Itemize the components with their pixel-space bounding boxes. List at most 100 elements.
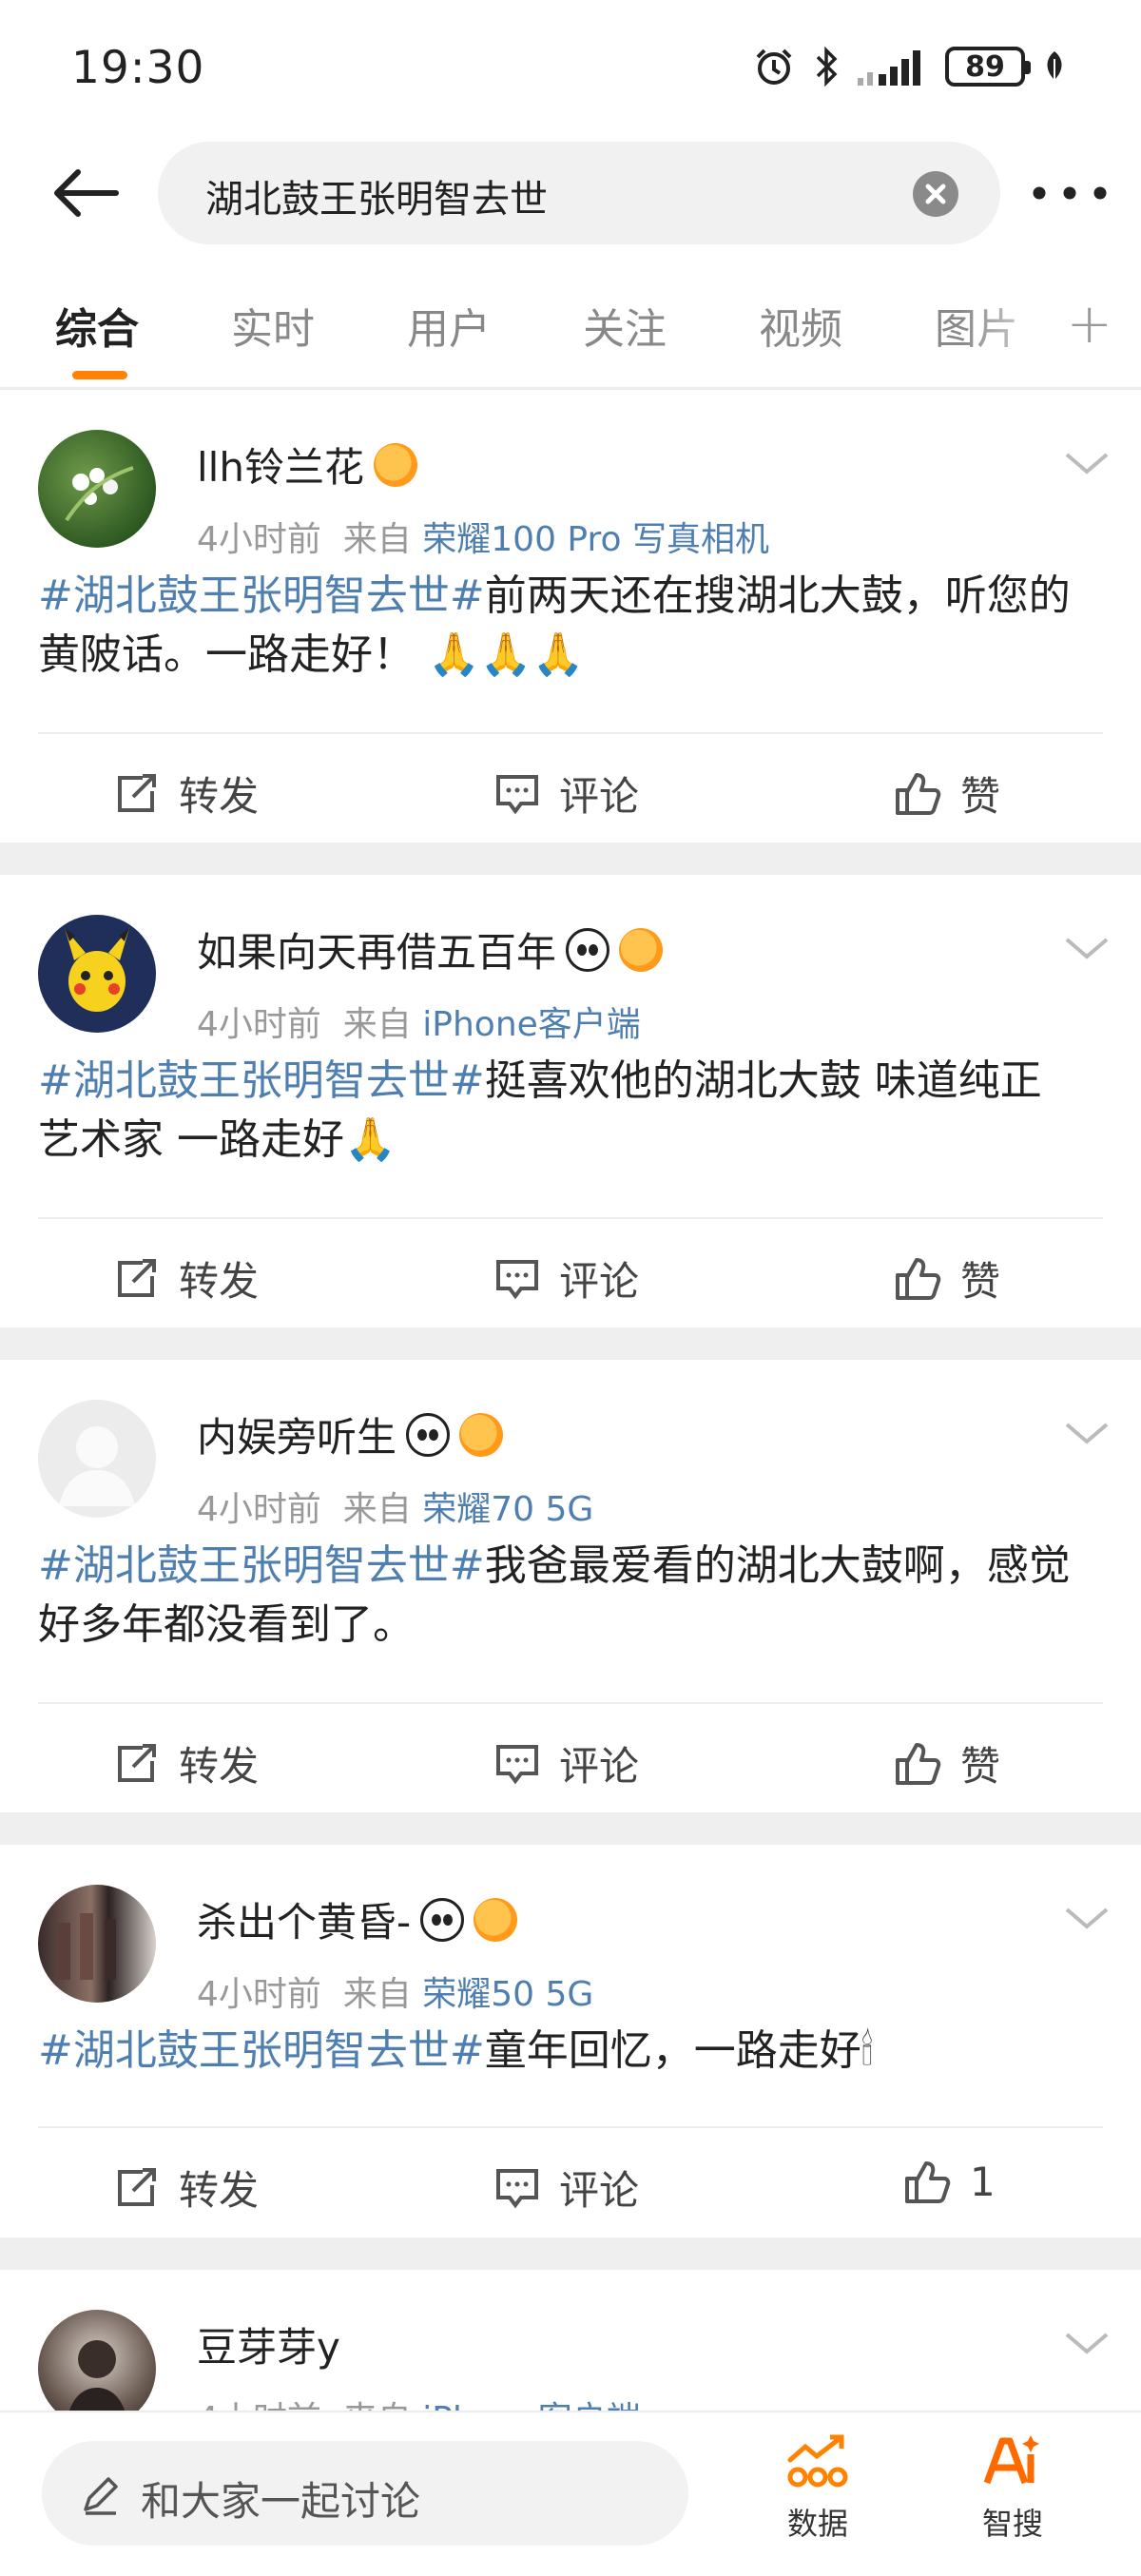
action-divider — [38, 2126, 1103, 2128]
username[interactable]: llh铃兰花 — [197, 436, 417, 494]
back-arrow-icon[interactable] — [48, 165, 124, 222]
repost-icon — [118, 2167, 156, 2206]
status-icons: 89 — [753, 46, 1067, 87]
repost-icon — [118, 773, 156, 812]
avatar[interactable] — [38, 1400, 156, 1518]
fish-badge-icon — [373, 442, 417, 487]
comment-button[interactable]: 评论 — [494, 2159, 639, 2217]
chevron-down-icon[interactable] — [1063, 2329, 1111, 2357]
thumbs-up-icon — [905, 2160, 951, 2203]
post-card[interactable]: llh铃兰花 4小时前 来自 荣耀100 Pro 写真相机 #湖北鼓王张明智去世… — [0, 390, 1141, 843]
topic-hashtag[interactable]: #湖北鼓王张明智去世# — [38, 1541, 485, 1590]
clear-icon[interactable] — [913, 171, 958, 217]
tab-following[interactable]: 关注 — [583, 295, 667, 356]
post-content[interactable]: #湖北鼓王张明智去世#挺喜欢他的湖北大鼓 味道纯正 艺术家 一路走好🙏 — [38, 1052, 1093, 1170]
ai-search-button[interactable]: 智搜 — [960, 2431, 1065, 2544]
avatar[interactable] — [38, 430, 156, 548]
post-source[interactable]: 荣耀100 Pro 写真相机 — [422, 520, 769, 559]
panda-badge-icon — [420, 1897, 465, 1942]
comment-label: 评论 — [559, 1258, 640, 1305]
fish-badge-icon — [474, 1897, 518, 1942]
thumbs-up-icon — [896, 1257, 941, 1300]
username-text[interactable]: llh铃兰花 — [197, 436, 364, 494]
post-content[interactable]: #湖北鼓王张明智去世#前两天还在搜湖北大鼓，听您的黄陂话。一路走好！ 🙏🙏🙏 — [38, 567, 1093, 685]
comment-label: 评论 — [559, 773, 640, 820]
comment-button[interactable]: 评论 — [494, 765, 639, 823]
post-time: 4小时前 — [197, 1005, 321, 1044]
post-content[interactable]: #湖北鼓王张明智去世#我爸最爱看的湖北大鼓啊，感觉好多年都没看到了。 — [38, 1537, 1093, 1655]
comment-icon — [496, 2168, 538, 2208]
post-text: 童年回忆，一路走好🕯 — [484, 2026, 874, 2075]
username-text[interactable]: 豆芽芽y — [197, 2315, 340, 2373]
tab-users[interactable]: 用户 — [407, 295, 491, 356]
like-label: 赞 — [960, 773, 1001, 820]
status-time: 19:30 — [71, 42, 205, 94]
source-prefix: 来自 — [342, 520, 412, 559]
post-content[interactable]: #湖北鼓王张明智去世#童年回忆，一路走好🕯 — [38, 2022, 1093, 2081]
post-source[interactable]: 荣耀50 5G — [422, 1975, 593, 2014]
username[interactable]: 豆芽芽y — [197, 2315, 340, 2373]
repost-button[interactable]: 转发 — [114, 1249, 259, 1307]
tab-video[interactable]: 视频 — [759, 295, 842, 356]
repost-icon — [118, 1258, 156, 1297]
repost-button[interactable]: 转发 — [114, 2159, 259, 2217]
username-text[interactable]: 如果向天再借五百年 — [197, 920, 556, 978]
comment-label: 评论 — [559, 2167, 640, 2214]
action-divider — [38, 1217, 1103, 1219]
post-meta: 4小时前 来自 iPhone客户端 — [197, 997, 641, 1046]
data-chart-icon — [787, 2434, 848, 2488]
repost-button[interactable]: 转发 — [114, 1734, 259, 1792]
chevron-down-icon[interactable] — [1063, 1419, 1111, 1447]
username-text[interactable]: 内娱旁听生 — [197, 1405, 396, 1463]
comment-button[interactable]: 评论 — [494, 1249, 639, 1307]
bluetooth-icon — [816, 46, 838, 87]
repost-button[interactable]: 转发 — [114, 765, 259, 823]
discussion-input[interactable]: 和大家一起讨论 — [42, 2441, 688, 2546]
comment-icon — [496, 1744, 538, 1784]
post-meta: 4小时前 来自 荣耀50 5G — [197, 1966, 593, 2016]
tab-comprehensive[interactable]: 综合 — [55, 295, 139, 356]
like-button[interactable]: 赞 — [894, 765, 1000, 823]
topic-hashtag[interactable]: #湖北鼓王张明智去世# — [38, 2026, 485, 2075]
repost-label: 转发 — [179, 2167, 260, 2214]
avatar[interactable] — [38, 915, 156, 1033]
like-button[interactable]: 1 — [903, 2159, 996, 2205]
filter-tabs: 综合 实时 用户 关注 视频 图片 + — [0, 285, 1141, 380]
weibo-search-page: 19:30 89 湖北鼓王张明智去世 综合 实时 用户 关注 视频 + llh铃… — [0, 0, 1141, 2576]
search-box[interactable]: 湖北鼓王张明智去世 — [158, 142, 1000, 244]
leaf-icon — [1047, 51, 1062, 84]
username[interactable]: 杀出个黄昏- — [197, 1890, 518, 1948]
add-tab-icon[interactable]: + — [1066, 291, 1112, 356]
source-prefix: 来自 — [342, 1490, 412, 1529]
comment-button[interactable]: 评论 — [494, 1734, 639, 1792]
post-source[interactable]: 荣耀70 5G — [422, 1490, 593, 1529]
post-card[interactable]: 杀出个黄昏- 4小时前 来自 荣耀50 5G #湖北鼓王张明智去世#童年回忆，一… — [0, 1845, 1141, 2237]
search-query[interactable]: 湖北鼓王张明智去世 — [205, 168, 548, 223]
topic-hashtag[interactable]: #湖北鼓王张明智去世# — [38, 1056, 485, 1105]
more-icon[interactable] — [1032, 185, 1108, 201]
tab-realtime[interactable]: 实时 — [231, 295, 315, 356]
chevron-down-icon[interactable] — [1063, 449, 1111, 477]
like-label: 赞 — [960, 1258, 1001, 1305]
pencil-icon — [84, 2477, 118, 2515]
search-header: 湖北鼓王张明智去世 — [0, 138, 1141, 247]
post-card[interactable]: 内娱旁听生 4小时前 来自 荣耀70 5G #湖北鼓王张明智去世#我爸最爱看的湖… — [0, 1360, 1141, 1812]
discussion-placeholder[interactable]: 和大家一起讨论 — [141, 2469, 420, 2528]
like-button[interactable]: 赞 — [894, 1734, 1000, 1792]
chevron-down-icon[interactable] — [1063, 934, 1111, 962]
status-bar: 19:30 89 — [0, 0, 1141, 133]
post-card[interactable]: 如果向天再借五百年 4小时前 来自 iPhone客户端 #湖北鼓王张明智去世#挺… — [0, 875, 1141, 1327]
chevron-down-icon[interactable] — [1063, 1904, 1111, 1932]
topic-hashtag[interactable]: #湖北鼓王张明智去世# — [38, 571, 485, 620]
username-text[interactable]: 杀出个黄昏- — [197, 1890, 411, 1948]
like-button[interactable]: 赞 — [894, 1249, 1000, 1307]
action-divider — [38, 732, 1103, 734]
avatar[interactable] — [38, 1885, 156, 2003]
post-source[interactable]: iPhone客户端 — [422, 1005, 641, 1044]
active-tab-indicator — [72, 371, 127, 379]
source-prefix: 来自 — [342, 1975, 412, 2014]
username[interactable]: 如果向天再借五百年 — [197, 920, 664, 978]
data-button[interactable]: 数据 — [765, 2431, 870, 2544]
action-bar: 转发 评论 赞 — [0, 732, 1141, 846]
username[interactable]: 内娱旁听生 — [197, 1405, 504, 1463]
